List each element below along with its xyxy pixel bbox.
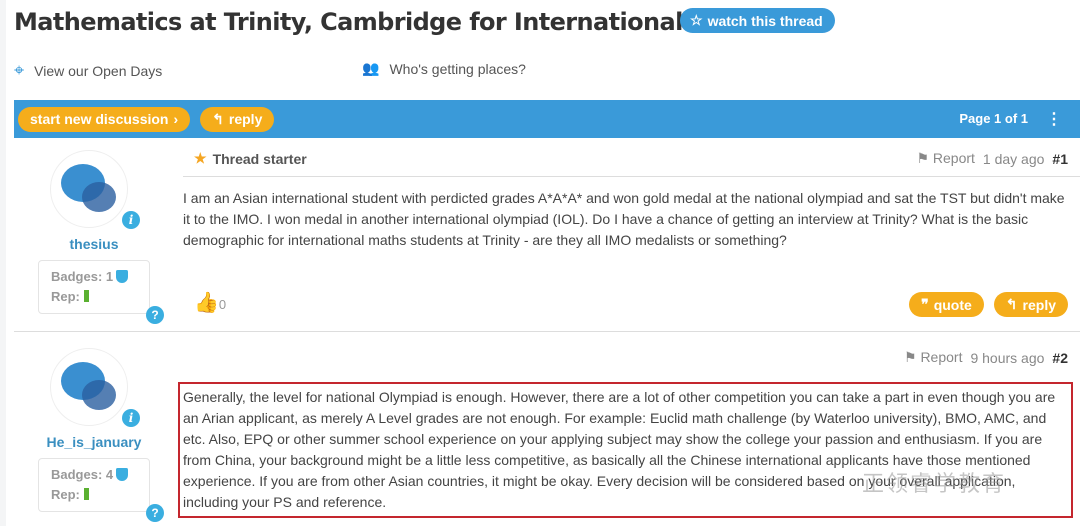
post-body: I am an Asian international student with… <box>183 190 1065 248</box>
map-pin-icon: ⌖ <box>14 60 25 80</box>
thumbs-up-plus-icon: 👍 <box>194 292 219 314</box>
post-meta: ⚑ Report 9 hours ago #2 <box>903 349 1068 366</box>
badge-shield-icon <box>116 468 129 481</box>
username[interactable]: thesius <box>14 236 174 252</box>
divider <box>183 176 1080 177</box>
like-button[interactable]: 👍0 <box>194 290 226 315</box>
divider <box>14 331 1080 332</box>
quote-button[interactable]: ❞ quote <box>909 292 984 317</box>
star-outline-icon: ☆ <box>690 12 703 28</box>
post-actions: ❞ quote ↰ reply <box>909 292 1068 317</box>
page-indicator: Page 1 of 1 <box>959 111 1028 126</box>
watch-thread-button[interactable]: ☆ watch this thread <box>680 8 835 33</box>
reply-button[interactable]: ↰ reply <box>200 106 275 132</box>
quote-icon: ❞ <box>921 296 929 312</box>
star-icon: ★ <box>194 150 207 166</box>
open-days-link[interactable]: ⌖ View our Open Days <box>14 60 162 81</box>
user-stats: Badges: 4 Rep: <box>38 458 150 512</box>
thread-toolbar: start new discussion › ↰ reply Page 1 of 1… <box>14 100 1080 138</box>
thread-page: Mathematics at Trinity, Cambridge for In… <box>6 0 1080 526</box>
report-link[interactable]: ⚑ Report <box>904 349 962 366</box>
post-meta: ⚑ Report 1 day ago #1 <box>916 150 1068 167</box>
help-icon[interactable]: ? <box>146 504 164 522</box>
reply-icon: ↰ <box>212 110 224 127</box>
rep-bar <box>83 290 89 302</box>
badge-shield-icon <box>116 270 129 283</box>
username[interactable]: He_is_january <box>14 434 174 450</box>
rep-bar <box>83 488 89 500</box>
info-icon[interactable]: i <box>122 211 140 229</box>
thread-starter-label: ★ Thread starter <box>194 150 307 167</box>
avatar[interactable] <box>50 348 128 426</box>
info-icon[interactable]: i <box>122 409 140 427</box>
start-new-discussion-button[interactable]: start new discussion › <box>18 106 191 132</box>
more-options-icon[interactable]: ⋮ <box>1046 109 1062 129</box>
help-icon[interactable]: ? <box>146 306 164 324</box>
reply-post-button[interactable]: ↰ reply <box>993 292 1068 317</box>
page-title: Mathematics at Trinity, Cambridge for In… <box>14 8 795 36</box>
chevron-right-icon: › <box>173 111 179 127</box>
avatar[interactable] <box>50 150 128 228</box>
reply-icon: ↰ <box>1005 296 1018 312</box>
user-stats: Badges: 1 Rep: <box>38 260 150 314</box>
watermark: 正领睿学教育 <box>862 471 1007 496</box>
report-link[interactable]: ⚑ Report <box>916 150 974 167</box>
users-icon: 👥 <box>362 60 380 76</box>
getting-places-link[interactable]: 👥 Who's getting places? <box>362 60 526 77</box>
post-1: i thesius Badges: 1 Rep: ? ★ Thread start… <box>14 138 1080 332</box>
